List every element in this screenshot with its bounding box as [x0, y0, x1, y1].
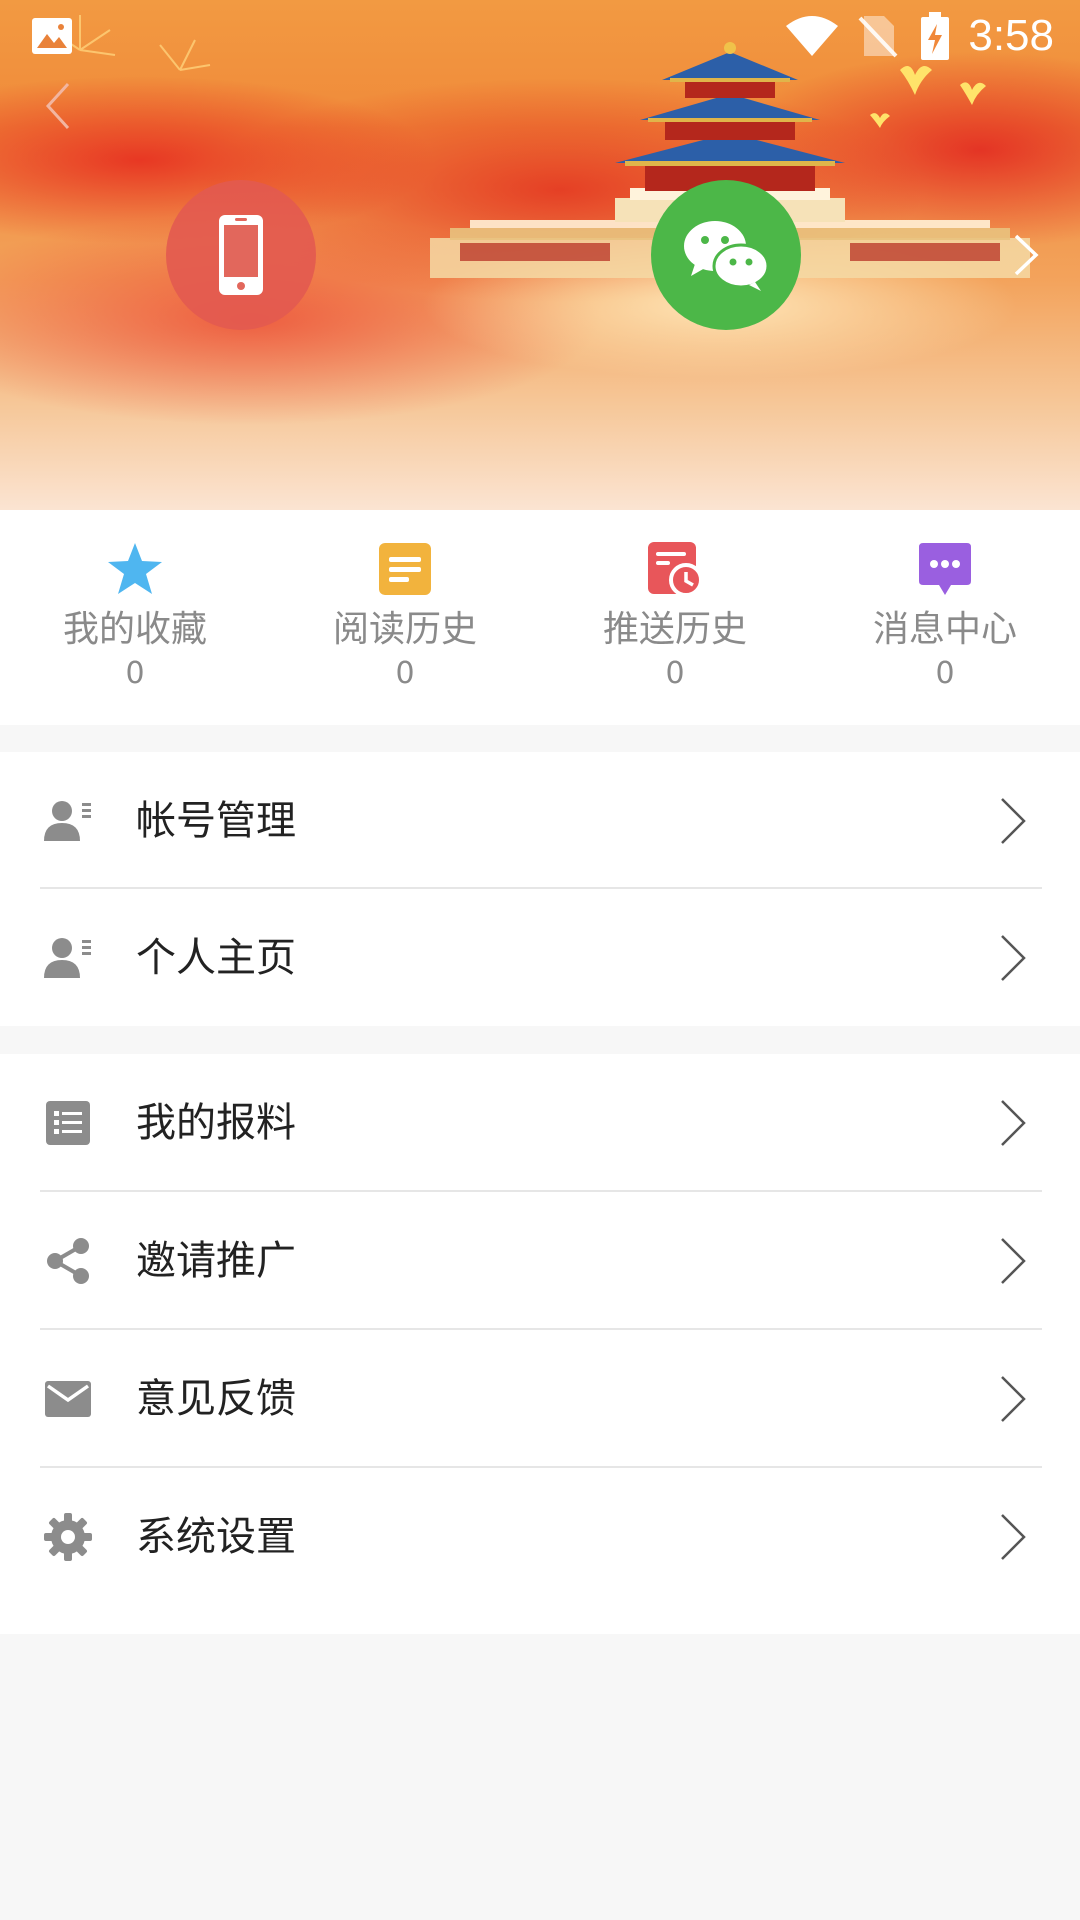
chevron-right-icon: [1001, 797, 1026, 844]
battery-charging-icon: [921, 12, 949, 60]
account-menu-group: 帐号管理 个人主页: [0, 752, 1080, 1026]
menu-item-personal-homepage[interactable]: 个人主页: [0, 889, 1080, 1026]
phone-icon: [219, 215, 263, 295]
profile-header-banner: 3:58: [0, 0, 1080, 510]
image-notification-icon: [32, 18, 72, 54]
stat-count: 0: [125, 656, 145, 691]
stat-count: 0: [935, 656, 955, 691]
stat-count: 0: [395, 656, 415, 691]
chevron-right-icon: [1001, 934, 1026, 981]
stat-count: 0: [665, 656, 685, 691]
stat-reading-history[interactable]: 阅读历史 0: [270, 510, 540, 725]
menu-item-my-reports[interactable]: 我的报料: [0, 1054, 1080, 1192]
stat-label: 推送历史: [602, 609, 747, 650]
no-sim-icon: [858, 16, 898, 58]
profile-card-icon: [44, 934, 92, 982]
chevron-right-icon: [1001, 1238, 1026, 1284]
stats-bar: 我的收藏 0 阅读历史 0 推送历史 0 消息中心 0: [0, 510, 1080, 725]
chevron-right-icon: [1001, 1100, 1026, 1146]
stat-label: 阅读历史: [332, 609, 477, 650]
chevron-right-icon: [1001, 1514, 1026, 1560]
menu-item-label: 系统设置: [136, 1514, 296, 1560]
stat-label: 我的收藏: [62, 609, 207, 650]
gear-icon: [44, 1513, 92, 1561]
status-time: 3:58: [968, 11, 1054, 60]
stat-favorites[interactable]: 我的收藏 0: [0, 510, 270, 725]
menu-item-label: 邀请推广: [136, 1238, 296, 1284]
menu-item-label: 帐号管理: [136, 797, 296, 844]
message-icon: [916, 540, 974, 598]
menu-item-label: 意见反馈: [136, 1376, 296, 1422]
chevron-right-icon[interactable]: [1006, 230, 1046, 280]
stat-label: 消息中心: [872, 609, 1017, 650]
function-menu-group: 我的报料 邀请推广 意见反馈 系统设置: [0, 1054, 1080, 1634]
wechat-login-button[interactable]: [651, 180, 801, 330]
menu-item-feedback[interactable]: 意见反馈: [0, 1330, 1080, 1468]
phone-login-button[interactable]: [166, 180, 316, 330]
menu-item-account-management[interactable]: 帐号管理: [0, 752, 1080, 889]
menu-item-label: 个人主页: [136, 934, 296, 981]
star-icon: [106, 540, 164, 598]
menu-item-invite-promotion[interactable]: 邀请推广: [0, 1192, 1080, 1330]
wechat-icon: [684, 221, 769, 291]
menu-item-label: 我的报料: [136, 1100, 296, 1146]
list-icon: [44, 1099, 92, 1147]
mail-icon: [44, 1375, 92, 1423]
push-history-icon: [646, 540, 704, 598]
share-icon: [44, 1237, 92, 1285]
wifi-icon: [786, 16, 838, 56]
account-card-icon: [44, 797, 92, 845]
stat-message-center[interactable]: 消息中心 0: [810, 510, 1080, 725]
stat-push-history[interactable]: 推送历史 0: [540, 510, 810, 725]
status-bar: 3:58: [0, 0, 1080, 72]
document-icon: [376, 540, 434, 598]
menu-item-system-settings[interactable]: 系统设置: [0, 1468, 1080, 1606]
back-arrow-icon[interactable]: [38, 78, 86, 134]
chevron-right-icon: [1001, 1376, 1026, 1422]
